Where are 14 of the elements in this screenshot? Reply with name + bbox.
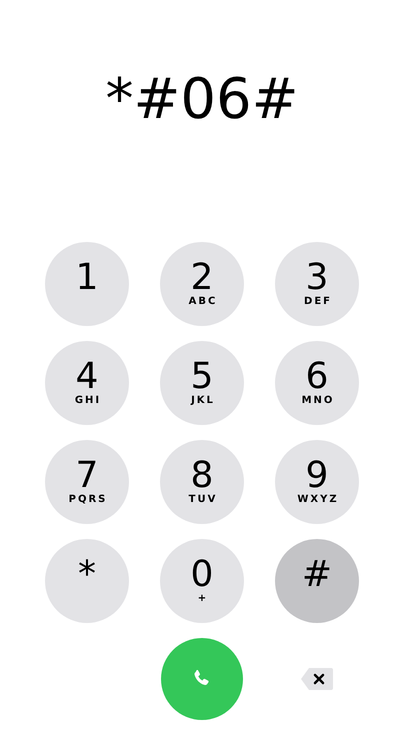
dial-key[interactable]: 9 WXYZ xyxy=(275,440,359,524)
dial-key[interactable]: * xyxy=(45,539,129,623)
dial-key[interactable]: 8 TUV xyxy=(160,440,244,524)
dial-key[interactable]: # xyxy=(275,539,359,623)
dial-key[interactable]: 6 MNO xyxy=(275,341,359,425)
dial-key[interactable]: 1 xyxy=(45,242,129,326)
dial-key[interactable]: 5 JKL xyxy=(160,341,244,425)
dial-key[interactable]: 0 + xyxy=(160,539,244,623)
dial-key[interactable]: 4 GHI xyxy=(45,341,129,425)
delete-icon[interactable] xyxy=(300,667,334,691)
dial-key[interactable]: 2 ABC xyxy=(160,242,244,326)
dial-key[interactable]: 7 PQRS xyxy=(45,440,129,524)
dial-key[interactable]: 3 DEF xyxy=(275,242,359,326)
dialed-number: *#06# xyxy=(105,72,299,132)
